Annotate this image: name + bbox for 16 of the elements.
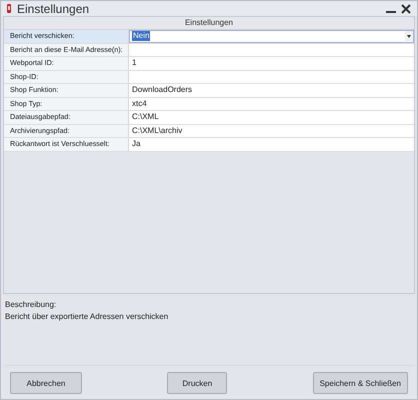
grid-caption: Einstellungen (4, 17, 414, 30)
close-icon[interactable] (401, 4, 411, 14)
property-value[interactable]: DownloadOrders (129, 84, 414, 96)
dialog-button[interactable]: Speichern & Schließen (312, 372, 408, 394)
property-value[interactable]: Ja (129, 138, 414, 150)
dialog-button[interactable]: Abbrechen (10, 372, 82, 394)
property-value[interactable]: C:\XML\archiv (129, 124, 414, 137)
dropdown-field[interactable]: Nein (129, 30, 414, 42)
property-value[interactable]: C:\XML (129, 111, 414, 124)
app-icon (6, 4, 12, 13)
window-title: Einstellungen (17, 2, 90, 16)
description-text: Bericht über exportierte Adressen verschicken (5, 311, 170, 323)
property-value[interactable]: 1 (129, 57, 414, 70)
description-heading: Beschreibung: (5, 299, 58, 311)
dialog-button[interactable]: Drucken (167, 372, 228, 394)
property-value[interactable]: xtc4 (129, 98, 414, 110)
